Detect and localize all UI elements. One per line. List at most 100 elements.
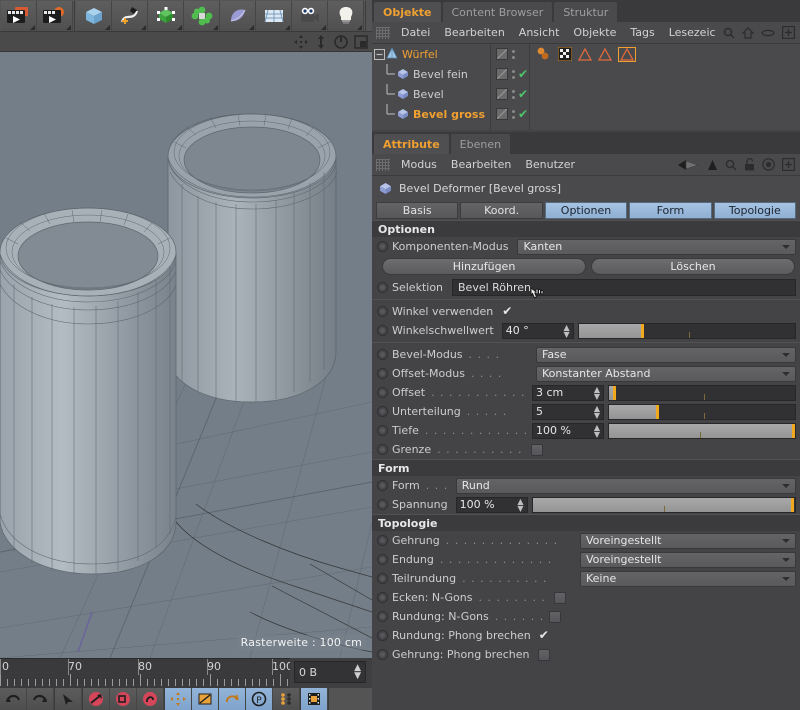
phong-tag-icon-selected[interactable] bbox=[619, 47, 635, 61]
object-name[interactable]: Bevel gross bbox=[413, 108, 485, 121]
combo-teilrundung[interactable]: Keine bbox=[580, 570, 796, 587]
tab-attribute[interactable]: Attribute bbox=[374, 134, 449, 154]
menu-benutzer[interactable]: Benutzer bbox=[518, 154, 582, 176]
checkbox-ecken-ngons[interactable] bbox=[554, 591, 567, 604]
floor-environment-icon[interactable] bbox=[256, 0, 292, 31]
row-ecken-ngons[interactable]: Ecken: N-Gons . . . . . . . . . bbox=[372, 588, 800, 607]
grid-points-icon[interactable] bbox=[273, 688, 300, 710]
row-tiefe[interactable]: Tiefe . . . . . . . . . . . . 100 % ▲ ▼ bbox=[372, 421, 800, 440]
checkbox-rundung-phong-brechen[interactable]: ✔ bbox=[539, 629, 549, 641]
combo-bevel-modus[interactable]: Fase bbox=[536, 346, 796, 363]
rotate-tool-icon[interactable] bbox=[137, 688, 164, 710]
row-gehrung-phong-brechen[interactable]: Gehrung: Phong brechen bbox=[372, 645, 800, 664]
light-icon[interactable] bbox=[328, 0, 364, 31]
enable-dots-icon[interactable] bbox=[511, 108, 515, 120]
target-icon[interactable] bbox=[762, 158, 775, 171]
selektion-input[interactable]: Bevel Röhren bbox=[452, 279, 796, 296]
tab-optionen[interactable]: Optionen bbox=[544, 201, 628, 219]
slider-offset[interactable] bbox=[608, 384, 796, 401]
checkbox-winkel-verwenden[interactable]: ✔ bbox=[502, 305, 512, 317]
tab-koord[interactable]: Koord. bbox=[460, 201, 543, 219]
animate-radio-icon[interactable] bbox=[377, 649, 388, 660]
visibility-swatch-icon[interactable] bbox=[496, 108, 508, 120]
table-row[interactable]: Bevel fein bbox=[372, 64, 490, 84]
combo-gehrung[interactable]: Voreingestellt bbox=[580, 532, 796, 549]
animate-radio-icon[interactable] bbox=[377, 444, 388, 455]
tab-basis[interactable]: Basis bbox=[376, 201, 459, 219]
menu-tags[interactable]: Tags bbox=[623, 22, 661, 44]
world-axis-icon[interactable] bbox=[219, 688, 246, 710]
row-rundung-ngons[interactable]: Rundung: N-Gons . . . . . . bbox=[372, 607, 800, 626]
menu-modus[interactable]: Modus bbox=[394, 154, 444, 176]
tab-ebenen[interactable]: Ebenen bbox=[450, 134, 511, 154]
menu-lesezeichen[interactable]: Lesezeic bbox=[662, 22, 723, 44]
slider-tiefe[interactable] bbox=[608, 422, 796, 439]
numfield-spannung[interactable]: 100 % ▲ ▼ bbox=[455, 496, 528, 513]
animate-radio-icon[interactable] bbox=[377, 425, 388, 436]
animate-radio-icon[interactable] bbox=[377, 480, 388, 491]
phong-tag-icon[interactable] bbox=[598, 47, 612, 61]
table-row[interactable]: Würfel bbox=[372, 44, 490, 64]
animate-radio-icon[interactable] bbox=[377, 554, 388, 565]
rotate-icon[interactable] bbox=[334, 34, 348, 49]
tab-struktur[interactable]: Struktur bbox=[554, 2, 618, 22]
slider-spannung[interactable] bbox=[531, 496, 796, 513]
drag-grip-icon[interactable] bbox=[376, 26, 390, 39]
drag-grip-icon[interactable] bbox=[376, 158, 390, 171]
edit-point-icon[interactable] bbox=[192, 688, 219, 710]
lock-icon[interactable] bbox=[744, 158, 755, 171]
tab-content-browser[interactable]: Content Browser bbox=[442, 2, 553, 22]
animate-radio-icon[interactable] bbox=[377, 306, 388, 317]
phong-tag-icon[interactable] bbox=[578, 47, 592, 61]
animate-radio-icon[interactable] bbox=[377, 282, 388, 293]
film-strip-icon[interactable] bbox=[301, 688, 328, 710]
visibility-swatch-icon[interactable] bbox=[496, 88, 508, 100]
render-settings-icon[interactable] bbox=[37, 0, 73, 31]
enable-dots-icon[interactable] bbox=[511, 48, 515, 60]
enabled-check-icon[interactable]: ✔ bbox=[518, 88, 528, 100]
deformer-icon[interactable] bbox=[220, 0, 256, 31]
animate-radio-icon[interactable] bbox=[377, 611, 388, 622]
table-row[interactable]: Bevel bbox=[372, 84, 490, 104]
stepper-icon[interactable]: ▲ ▼ bbox=[560, 323, 570, 338]
undo-icon[interactable] bbox=[0, 688, 27, 710]
checker-texture-tag-icon[interactable] bbox=[558, 47, 572, 61]
combo-komponenten-modus[interactable]: Kanten bbox=[517, 238, 796, 255]
checkbox-gehrung-phong-brechen[interactable] bbox=[537, 648, 550, 661]
move-tool-icon[interactable] bbox=[83, 688, 110, 710]
phong-render-icon[interactable]: P bbox=[246, 688, 273, 710]
numfield-tiefe[interactable]: 100 % ▲ ▼ bbox=[532, 422, 604, 439]
enable-dots-icon[interactable] bbox=[511, 88, 515, 100]
row-teilrundung[interactable]: Teilrundung . . . . . . . . . . Keine bbox=[372, 569, 800, 588]
row-spannung[interactable]: Spannung 100 % ▲ ▼ bbox=[372, 495, 800, 514]
row-offset[interactable]: Offset . . . . . . . . . . . 3 cm ▲ ▼ bbox=[372, 383, 800, 402]
row-winkelschwellwert[interactable]: Winkelschwellwert 40 ° ▲ ▼ bbox=[372, 321, 800, 340]
enabled-check-icon[interactable]: ✔ bbox=[518, 108, 528, 120]
search-icon[interactable] bbox=[725, 159, 737, 171]
row-bevel-modus[interactable]: Bevel-Modus . . . . Fase bbox=[372, 345, 800, 364]
enable-dots-icon[interactable] bbox=[511, 68, 515, 80]
menu-bearbeiten[interactable]: Bearbeiten bbox=[437, 22, 511, 44]
numfield-unterteilung[interactable]: 5 ▲ ▼ bbox=[532, 403, 604, 420]
animate-radio-icon[interactable] bbox=[377, 535, 388, 546]
add-button[interactable]: Hinzufügen bbox=[382, 258, 586, 275]
search-icon[interactable] bbox=[723, 27, 735, 39]
combo-form[interactable]: Rund bbox=[455, 477, 796, 494]
stepper-icon[interactable]: ▲ ▼ bbox=[590, 404, 600, 419]
animate-radio-icon[interactable] bbox=[377, 325, 388, 336]
stepper-icon[interactable]: ▲ ▼ bbox=[513, 497, 523, 512]
plus-icon[interactable] bbox=[782, 158, 795, 171]
animate-radio-icon[interactable] bbox=[377, 241, 388, 252]
nurbs-generator-icon[interactable] bbox=[148, 0, 184, 31]
delete-button[interactable]: Löschen bbox=[591, 258, 795, 275]
row-selektion[interactable]: Selektion Bevel Röhren bbox=[372, 278, 800, 299]
visibility-toggle-row[interactable]: ✔ bbox=[491, 64, 529, 84]
enabled-check-icon[interactable]: ✔ bbox=[518, 68, 528, 80]
row-form[interactable]: Form . . . . Rund bbox=[372, 476, 800, 495]
select-live-icon[interactable] bbox=[55, 688, 82, 710]
visibility-toggle-row[interactable] bbox=[491, 44, 529, 64]
timeline-ruler[interactable]: 0 70 80 90 100 bbox=[0, 658, 290, 688]
row-unterteilung[interactable]: Unterteilung . . . . . 5 ▲ ▼ bbox=[372, 402, 800, 421]
menu-ansicht[interactable]: Ansicht bbox=[512, 22, 567, 44]
animate-radio-icon[interactable] bbox=[377, 499, 388, 510]
